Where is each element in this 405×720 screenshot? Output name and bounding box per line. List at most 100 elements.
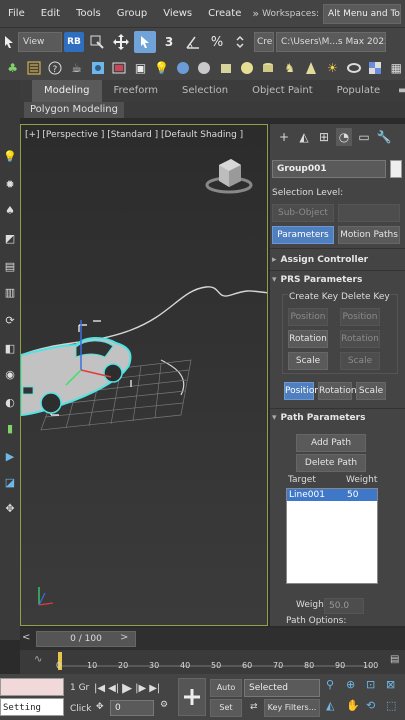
- layer-strip-icon[interactable]: ◧: [2, 340, 18, 356]
- menu-overflow-button[interactable]: »: [249, 7, 262, 20]
- spinner-snap-icon[interactable]: [230, 31, 252, 53]
- toggle-strip-icon[interactable]: ◐: [2, 394, 18, 410]
- shader-icon[interactable]: [175, 59, 192, 77]
- select-move-active-icon[interactable]: [134, 31, 156, 53]
- mini-curve-icon[interactable]: ∿: [34, 654, 42, 665]
- delete-key-rotation-button[interactable]: Rotation: [340, 330, 380, 348]
- maximize-viewport-icon[interactable]: ⬚: [386, 699, 404, 718]
- workspace-dropdown[interactable]: Alt Menu and Toolbar: [323, 3, 401, 24]
- viewport-label[interactable]: [+] [Perspective ] [Standard ] [Default …: [25, 130, 243, 140]
- view-cube-icon[interactable]: [205, 159, 253, 194]
- prs-tab-scale[interactable]: Scale: [356, 382, 386, 400]
- angle-snap-icon[interactable]: [182, 31, 204, 53]
- material-editor-icon[interactable]: ▣: [132, 59, 149, 77]
- pan-icon[interactable]: ✋: [346, 699, 364, 718]
- key-tangent-icon[interactable]: ⇄: [250, 702, 258, 712]
- project-path-dropdown[interactable]: C:\Users\M...s Max 2022: [276, 32, 386, 52]
- key-mode-icon[interactable]: ✥: [96, 702, 104, 712]
- next-frame-icon[interactable]: |▶: [135, 683, 146, 694]
- transform-strip-icon[interactable]: ✥: [2, 500, 18, 516]
- cube-blue-strip-icon[interactable]: ◪: [2, 474, 18, 490]
- time-config-icon[interactable]: ⚙: [160, 700, 168, 710]
- maxscript-listener-field[interactable]: [0, 678, 64, 696]
- prs-parameters-rollout[interactable]: ▾ PRS Parameters: [272, 275, 362, 285]
- field-of-view-icon[interactable]: ◭: [326, 699, 344, 718]
- menu-edit[interactable]: Edit: [33, 8, 68, 19]
- cylinder-primitive-icon[interactable]: [260, 59, 277, 77]
- sub-object-dropdown[interactable]: [338, 204, 400, 222]
- go-to-end-icon[interactable]: ▶|: [149, 683, 160, 694]
- current-frame-field[interactable]: 0: [110, 700, 154, 716]
- weight-spinner[interactable]: 50.0: [324, 598, 364, 614]
- object-name-field[interactable]: Group001: [272, 160, 386, 178]
- sphere-primitive-icon[interactable]: [238, 59, 255, 77]
- light-bulb-icon[interactable]: 💡: [153, 59, 170, 77]
- delete-key-position-button[interactable]: Position: [340, 308, 380, 326]
- play-icon[interactable]: ▶: [122, 681, 132, 696]
- create-selection-set-field[interactable]: Cre: [254, 32, 274, 52]
- tab-selection[interactable]: Selection: [170, 80, 240, 102]
- key-selection-dropdown[interactable]: Selected: [244, 679, 320, 697]
- bulb-icon[interactable]: 💡: [2, 148, 18, 164]
- menu-group[interactable]: Group: [109, 8, 155, 19]
- auto-key-button[interactable]: Auto Key: [210, 679, 242, 708]
- modify-tab-icon[interactable]: ◭: [296, 128, 312, 146]
- menu-views[interactable]: Views: [155, 8, 200, 19]
- gear-icon[interactable]: ✹: [2, 176, 18, 192]
- sun-icon[interactable]: ☀: [324, 59, 341, 77]
- time-next-button[interactable]: >: [120, 632, 128, 643]
- pivot-icon[interactable]: [86, 31, 108, 53]
- menu-create[interactable]: Create: [200, 8, 249, 19]
- teapot-primitive-icon[interactable]: ♞: [281, 59, 298, 77]
- zoom-icon[interactable]: ⚲: [326, 678, 344, 697]
- delete-key-scale-button[interactable]: Scale: [340, 352, 380, 370]
- prs-tab-rotation[interactable]: Rotation: [318, 382, 357, 400]
- create-key-rotation-button[interactable]: Rotation: [288, 330, 328, 348]
- grid-icon[interactable]: ▦: [388, 59, 405, 77]
- hierarchy-tab-icon[interactable]: ⊞: [316, 128, 332, 146]
- menu-file[interactable]: File: [0, 8, 33, 19]
- checker-icon[interactable]: [366, 59, 383, 77]
- create-tab-icon[interactable]: +: [276, 128, 292, 146]
- timeline-zoom-icon[interactable]: ▤: [390, 654, 399, 665]
- time-slider[interactable]: < 0 / 100 >: [20, 628, 405, 650]
- teapot-icon[interactable]: ☕: [68, 59, 85, 77]
- tab-modeling[interactable]: Modeling: [32, 80, 102, 102]
- perspective-viewport[interactable]: [+] [Perspective ] [Standard ] [Default …: [20, 124, 268, 626]
- snap-3d-icon[interactable]: 3: [158, 31, 180, 53]
- tree-icon[interactable]: ♣: [4, 59, 21, 77]
- render-frame-icon[interactable]: [111, 59, 128, 77]
- rb-badge[interactable]: RB: [64, 32, 84, 52]
- select-object-icon[interactable]: [2, 31, 16, 53]
- prs-tab-position[interactable]: Position: [284, 382, 320, 400]
- sphere-light-icon[interactable]: [196, 59, 213, 77]
- path-parameters-rollout[interactable]: ▾ Path Parameters: [272, 413, 365, 423]
- bar-strip-icon[interactable]: ▥: [2, 284, 18, 300]
- orbit-icon[interactable]: ⟲: [366, 699, 384, 718]
- tree-strip-icon[interactable]: ♠: [2, 202, 18, 218]
- tab-object-paint[interactable]: Object Paint: [240, 80, 325, 102]
- create-key-scale-button[interactable]: Scale: [288, 352, 328, 370]
- time-prev-button[interactable]: <: [22, 632, 30, 643]
- cone-primitive-icon[interactable]: [302, 59, 319, 77]
- utilities-tab-icon[interactable]: 🔧: [376, 128, 392, 146]
- tab-freeform[interactable]: Freeform: [102, 80, 171, 102]
- percent-snap-icon[interactable]: %: [206, 31, 228, 53]
- key-filters-button[interactable]: Key Filters...: [264, 699, 320, 717]
- sub-object-button[interactable]: Sub-Object: [272, 204, 334, 222]
- move-icon[interactable]: [110, 31, 132, 53]
- target-list-row[interactable]: Line001 50: [287, 489, 377, 501]
- green-box-icon[interactable]: ▮: [2, 420, 18, 436]
- go-to-start-icon[interactable]: |◀: [94, 683, 105, 694]
- motion-tab-icon[interactable]: ◔: [336, 128, 352, 146]
- track-bar[interactable]: ∿ 0 10 20 30 40 50 60 70 80 90 100 ▤: [20, 650, 405, 674]
- sphere-strip-icon[interactable]: ◉: [2, 366, 18, 382]
- tab-populate[interactable]: Populate: [325, 80, 392, 102]
- assign-controller-rollout[interactable]: ▸ Assign Controller: [272, 255, 368, 265]
- ribbon-options-icon[interactable]: ▬▾: [392, 80, 405, 102]
- set-key-big-button[interactable]: [178, 678, 206, 716]
- layer-list-icon[interactable]: [25, 59, 42, 77]
- motion-paths-button[interactable]: Motion Paths: [338, 226, 400, 244]
- box-primitive-icon[interactable]: [217, 59, 234, 77]
- parameters-button[interactable]: Parameters: [272, 226, 334, 244]
